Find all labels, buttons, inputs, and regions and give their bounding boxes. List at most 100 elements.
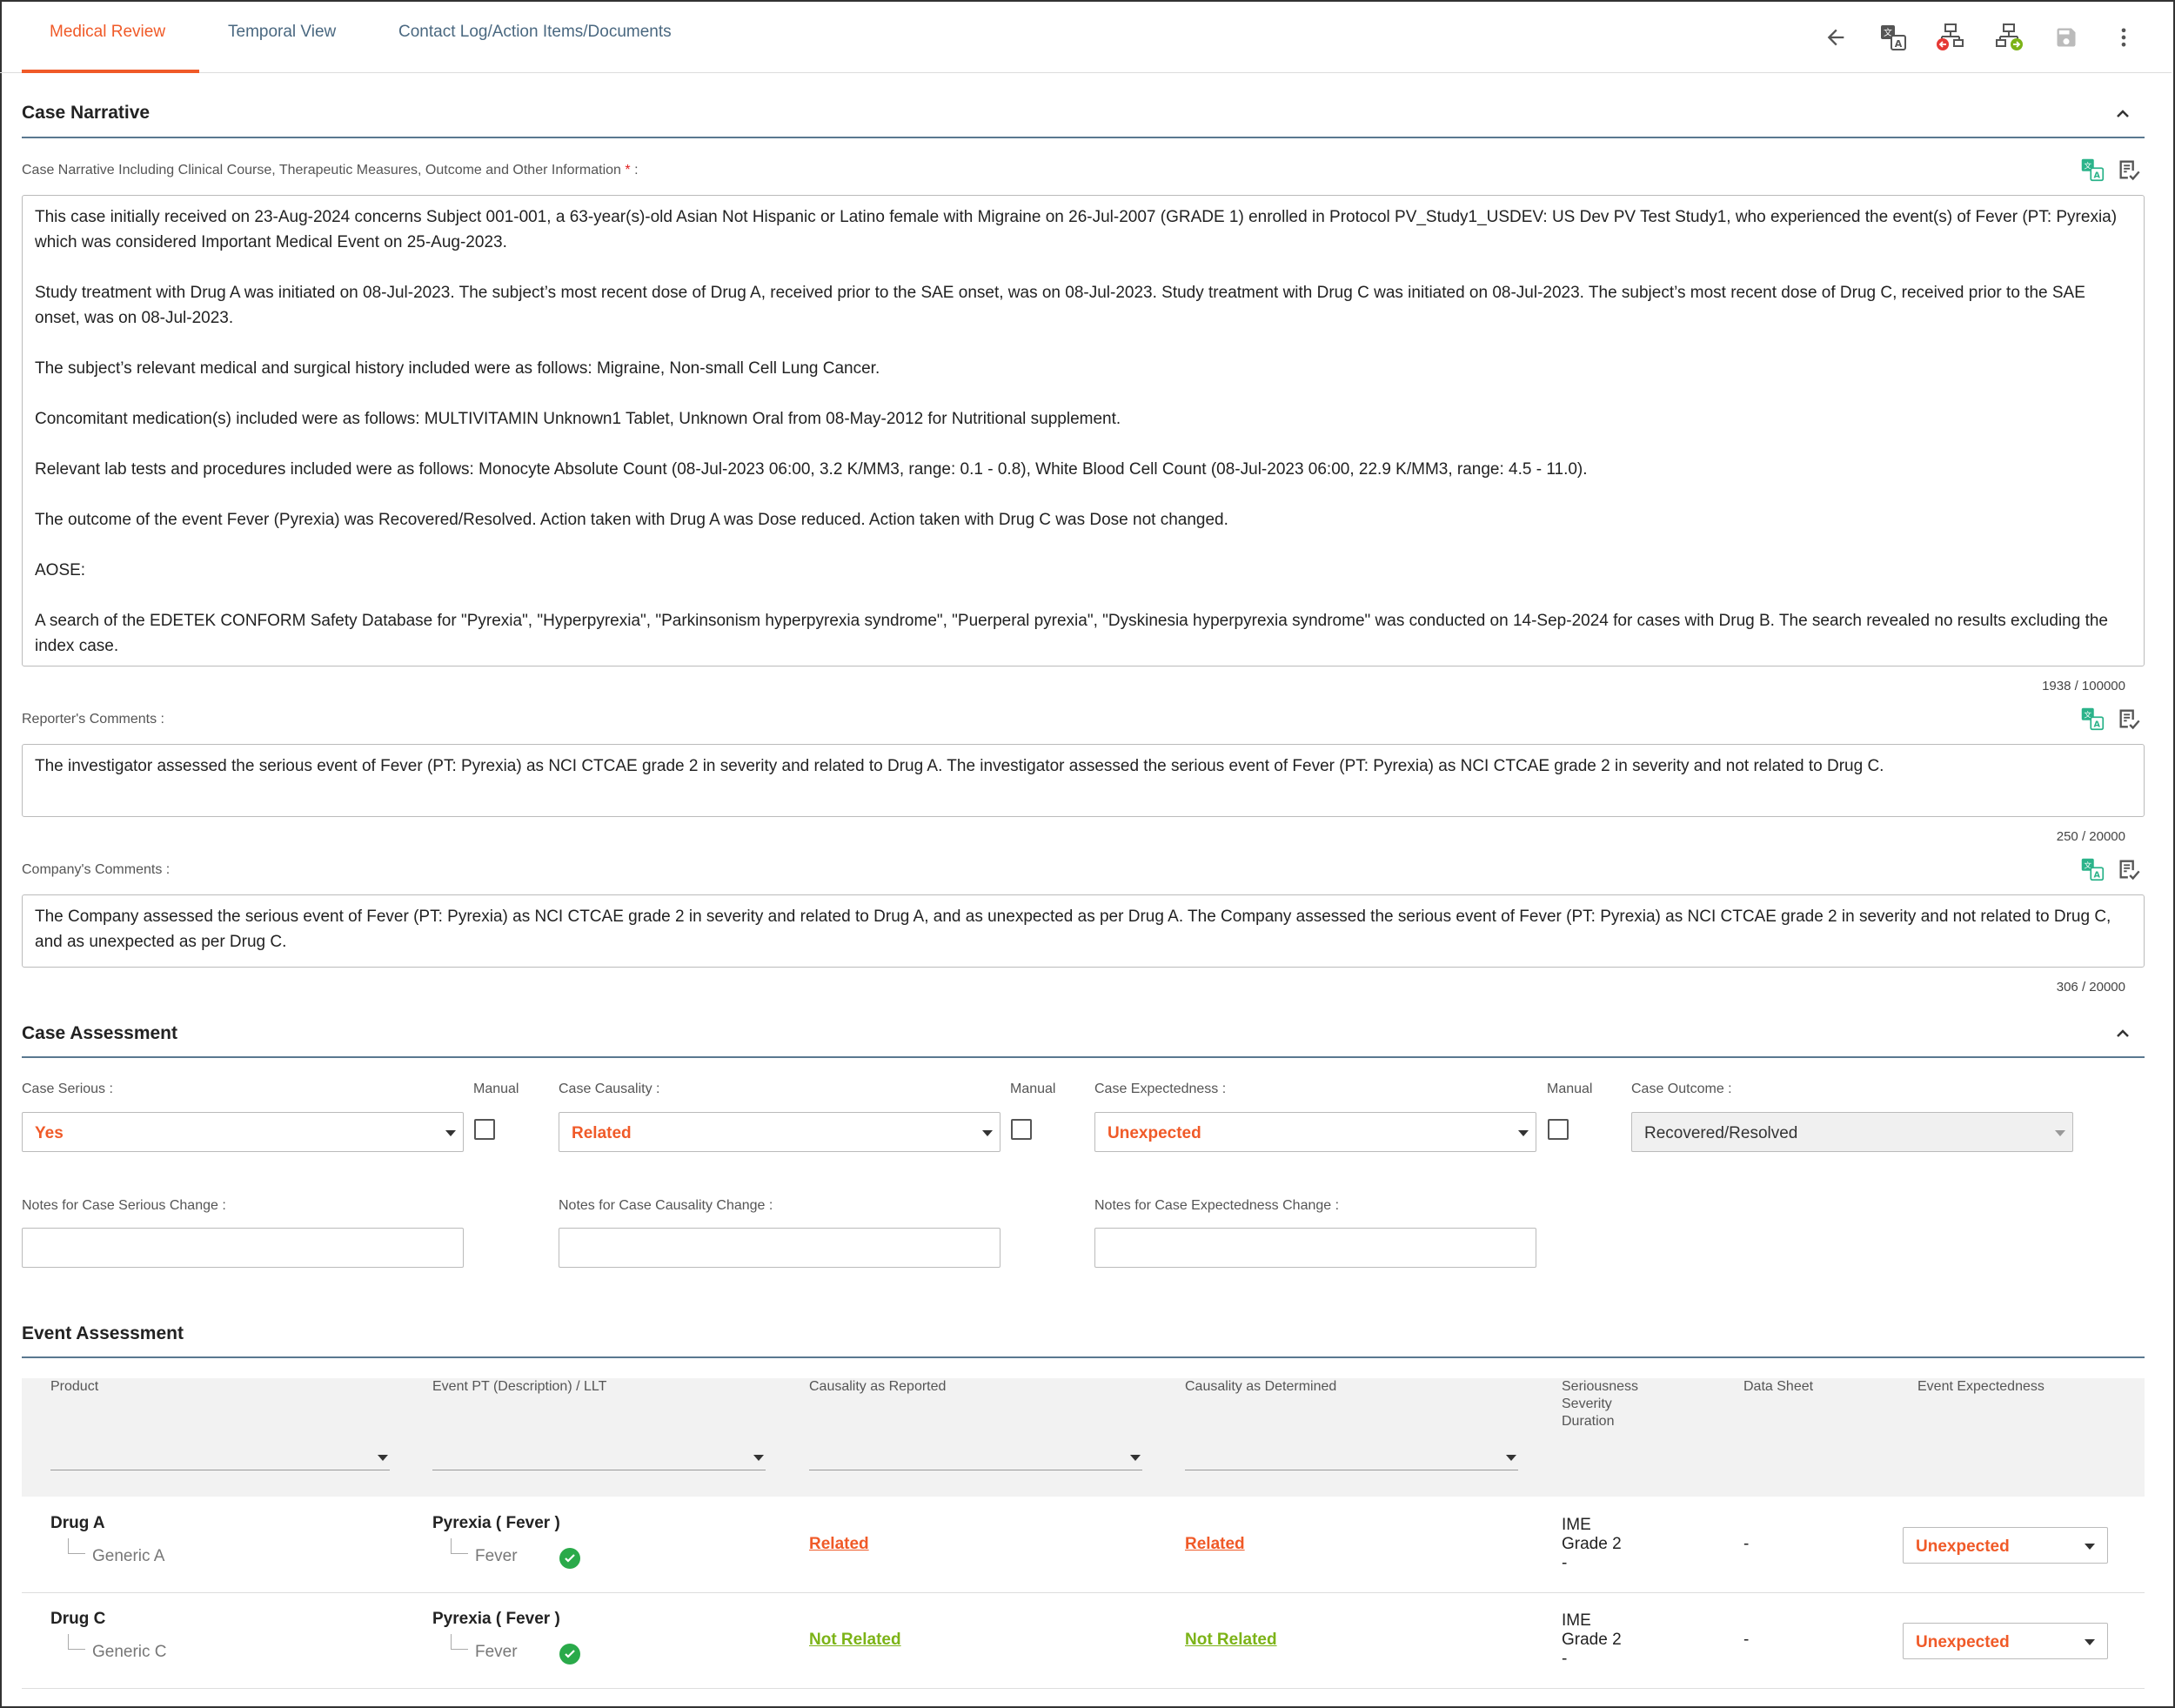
more-vert-icon[interactable] xyxy=(2107,21,2140,54)
narrative-paragraph: The subject’s relevant medical and surgi… xyxy=(35,359,880,378)
reporter-comments-text: The investigator assessed the serious ev… xyxy=(35,757,1884,775)
notes-serious-label: Notes for Case Serious Change : xyxy=(22,1198,226,1213)
column-header-product: Product xyxy=(50,1379,99,1394)
event-llt: Fever xyxy=(475,1547,518,1565)
case-narrative-textarea[interactable]: This case initially received on 23-Aug-2… xyxy=(22,195,2145,666)
notes-expectedness-input[interactable] xyxy=(1094,1228,1536,1268)
back-arrow-icon[interactable] xyxy=(1819,21,1852,54)
translate-icon[interactable]: 文A xyxy=(2078,855,2106,883)
spellcheck-icon[interactable] xyxy=(2115,855,2143,883)
reporter-char-counter: 250 / 20000 xyxy=(2056,829,2125,844)
company-comments-text: The Company assessed the serious event o… xyxy=(35,908,2111,951)
data-sheet-value: - xyxy=(1743,1631,1750,1649)
spellcheck-icon[interactable] xyxy=(2115,705,2143,733)
notes-causality-input[interactable] xyxy=(559,1228,1000,1268)
causality-determined-link[interactable]: Related xyxy=(1185,1535,1245,1554)
narrative-paragraph: AOSE: xyxy=(35,561,86,579)
case-outcome-select: Recovered/Resolved xyxy=(1631,1112,2073,1152)
collapse-chevron-up-icon[interactable] xyxy=(2110,1021,2136,1047)
company-comments-textarea[interactable]: The Company assessed the serious event o… xyxy=(22,894,2145,968)
header-seriousness: Seriousness xyxy=(1562,1379,1639,1394)
reporter-comments-label: Reporter's Comments : xyxy=(22,712,164,727)
event-expectedness-select[interactable]: Unexpected xyxy=(1903,1623,2108,1659)
workflow-forward-icon[interactable] xyxy=(1992,21,2025,54)
dropdown-caret-icon xyxy=(2055,1130,2065,1136)
product-filter-select[interactable] xyxy=(50,1444,390,1470)
case-expectedness-select[interactable]: Unexpected xyxy=(1094,1112,1536,1152)
required-asterisk: * xyxy=(625,163,631,177)
seriousness-cell: IME Grade 2 - xyxy=(1562,1516,1622,1573)
notes-causality-label: Notes for Case Causality Change : xyxy=(559,1198,773,1213)
case-expectedness-label: Case Expectedness : xyxy=(1094,1082,1227,1096)
tab-contact-log[interactable]: Contact Log/Action Items/Documents xyxy=(398,23,672,42)
header-severity: Severity xyxy=(1562,1397,1612,1411)
case-serious-label: Case Serious : xyxy=(22,1082,113,1096)
case-causality-label: Case Causality : xyxy=(559,1082,660,1096)
tab-medical-review[interactable]: Medical Review xyxy=(50,23,165,42)
event-expectedness-value: Unexpected xyxy=(1916,1633,2010,1651)
case-causality-select[interactable]: Related xyxy=(559,1112,1000,1152)
spellcheck-icon[interactable] xyxy=(2115,156,2143,184)
event-filter-select[interactable] xyxy=(432,1444,766,1470)
severity-value: Grade 2 xyxy=(1562,1535,1622,1553)
tree-connector xyxy=(451,1634,468,1650)
case-narrative-title: Case Narrative xyxy=(22,103,151,123)
case-serious-manual-checkbox[interactable] xyxy=(474,1119,495,1140)
causality-reported-link[interactable]: Not Related xyxy=(809,1631,901,1650)
narrative-paragraph: Relevant lab tests and procedures includ… xyxy=(35,460,1588,479)
duration-value: - xyxy=(1562,1554,1568,1572)
translate-icon[interactable]: 文A xyxy=(1877,21,1910,54)
case-expectedness-manual-checkbox[interactable] xyxy=(1548,1119,1569,1140)
event-assessment-title: Event Assessment xyxy=(22,1323,184,1343)
row-divider xyxy=(22,1592,2145,1593)
svg-text:A: A xyxy=(2094,171,2101,181)
product-name: Drug C xyxy=(50,1610,106,1628)
tab-temporal-view[interactable]: Temporal View xyxy=(228,23,336,42)
dropdown-caret-icon xyxy=(378,1455,388,1461)
manual-label: Manual xyxy=(1547,1082,1593,1096)
narrative-paragraph: This case initially received on 23-Aug-2… xyxy=(35,208,2118,251)
case-outcome-label: Case Outcome : xyxy=(1631,1082,1732,1096)
dropdown-caret-icon xyxy=(2085,1544,2095,1550)
header-duration: Duration xyxy=(1562,1414,1615,1429)
narrative-label-text: Case Narrative Including Clinical Course… xyxy=(22,163,621,177)
dropdown-caret-icon xyxy=(2085,1639,2095,1645)
notes-serious-input[interactable] xyxy=(22,1228,464,1268)
dropdown-caret-icon xyxy=(753,1455,764,1461)
causality-reported-link[interactable]: Related xyxy=(809,1535,869,1554)
translate-icon[interactable]: 文A xyxy=(2078,156,2106,184)
column-header-event-expectedness: Event Expectedness xyxy=(1917,1379,2044,1394)
section-divider xyxy=(22,1056,2145,1058)
causality-determined-link[interactable]: Not Related xyxy=(1185,1631,1277,1650)
case-causality-manual-checkbox[interactable] xyxy=(1011,1119,1032,1140)
generic-name: Generic A xyxy=(92,1547,165,1565)
company-comments-label: Company's Comments : xyxy=(22,862,171,877)
section-divider xyxy=(22,137,2145,138)
collapse-chevron-up-icon[interactable] xyxy=(2110,101,2136,127)
data-sheet-value: - xyxy=(1743,1535,1750,1553)
tree-connector xyxy=(451,1538,468,1554)
workflow-reject-icon[interactable] xyxy=(1934,21,1967,54)
dropdown-caret-icon xyxy=(1130,1455,1141,1461)
causality-reported-filter-select[interactable] xyxy=(809,1444,1142,1470)
case-expectedness-value: Unexpected xyxy=(1108,1124,1201,1142)
translate-icon[interactable]: 文A xyxy=(2078,705,2106,733)
causality-determined-filter-select[interactable] xyxy=(1185,1444,1518,1470)
label-colon: : xyxy=(634,163,639,177)
svg-text:A: A xyxy=(2094,871,2101,881)
duration-value: - xyxy=(1562,1650,1568,1668)
column-header-event: Event PT (Description) / LLT xyxy=(432,1379,607,1394)
event-pt: Pyrexia ( Fever ) xyxy=(432,1514,560,1532)
narrative-paragraph: The outcome of the event Fever (Pyrexia)… xyxy=(35,511,1228,529)
save-icon[interactable] xyxy=(2050,21,2083,54)
case-serious-select[interactable]: Yes xyxy=(22,1112,464,1152)
event-llt: Fever xyxy=(475,1643,518,1661)
manual-label: Manual xyxy=(1010,1082,1056,1096)
narrative-field-label: Case Narrative Including Clinical Course… xyxy=(22,163,639,178)
case-causality-value: Related xyxy=(572,1124,632,1142)
event-expectedness-value: Unexpected xyxy=(1916,1537,2010,1556)
check-circle-icon xyxy=(559,1644,580,1664)
reporter-comments-textarea[interactable]: The investigator assessed the serious ev… xyxy=(22,744,2145,817)
severity-value: Grade 2 xyxy=(1562,1631,1622,1649)
event-expectedness-select[interactable]: Unexpected xyxy=(1903,1527,2108,1564)
